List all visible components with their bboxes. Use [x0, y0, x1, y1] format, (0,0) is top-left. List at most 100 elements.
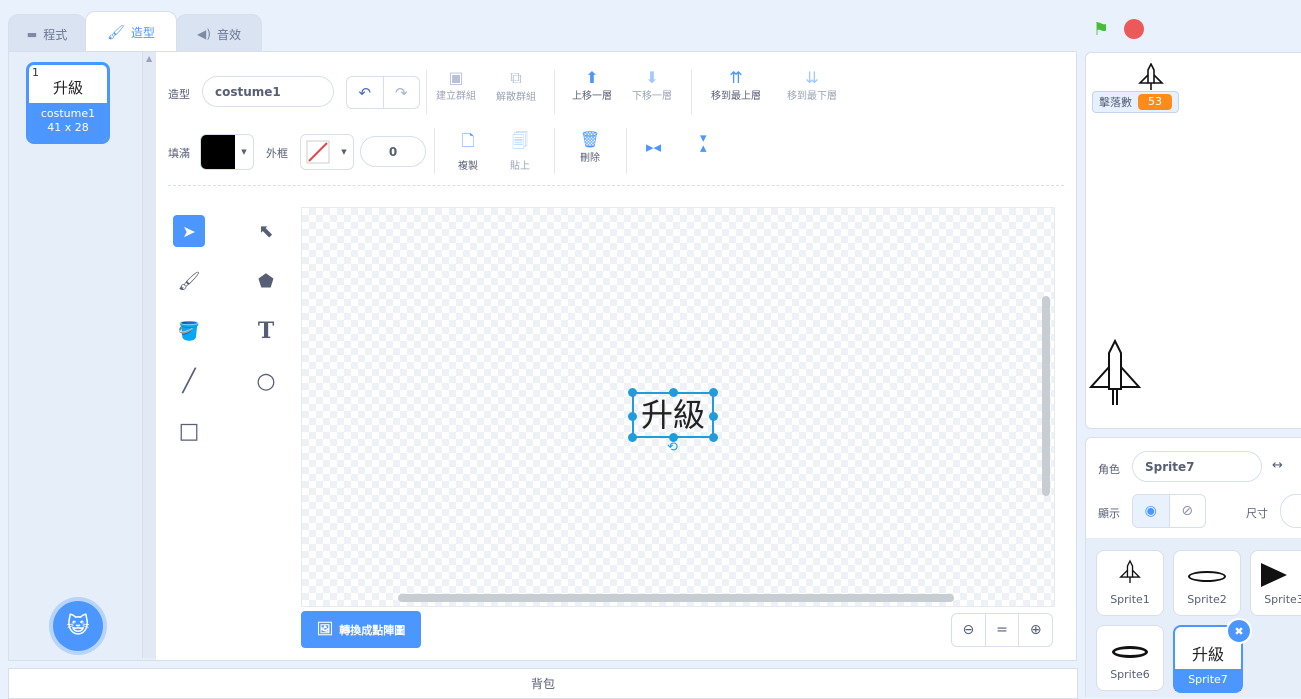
selected-text-object[interactable]: 升級 ⟲ [628, 388, 718, 455]
tab-code[interactable]: ▬ 程式 [8, 14, 86, 53]
fill-swatch [201, 135, 235, 169]
resize-handle[interactable] [628, 388, 637, 397]
canvas-vertical-scrollbar[interactable] [1042, 296, 1050, 496]
brush-icon: 🖌 [107, 24, 125, 41]
canvas-text: 升級 [640, 396, 705, 434]
divider [554, 70, 555, 114]
line-tool[interactable]: ╱ [173, 365, 205, 397]
choose-costume-button[interactable]: 😺 [53, 601, 103, 651]
backward-button[interactable]: ⬇ 下移一層 [626, 68, 678, 102]
tab-costumes[interactable]: 🖌 造型 [85, 11, 177, 53]
front-icon: ⇈ [729, 68, 743, 87]
front-label: 移到最上層 [711, 91, 761, 102]
sprite-card[interactable]: Sprite1 [1096, 550, 1164, 616]
green-flag-button[interactable]: ⚑ [1090, 18, 1112, 40]
size-input[interactable] [1280, 494, 1301, 528]
redo-icon: ↷ [394, 83, 408, 102]
eraser-icon: ⬟ [258, 270, 274, 292]
resize-handle[interactable] [709, 433, 718, 442]
arrows-icon: ↔ [1272, 458, 1283, 473]
zoom-reset-button[interactable]: = [986, 614, 1020, 646]
convert-to-bitmap-button[interactable]: 🖼 轉換成點陣圖 [301, 611, 421, 648]
copy-button[interactable]: 🗋 複製 [444, 130, 492, 172]
forward-label: 上移一層 [572, 91, 612, 102]
front-button[interactable]: ⇈ 移到最上層 [704, 68, 768, 102]
sprite-card[interactable]: Sprite6 [1096, 625, 1164, 691]
costume-name-input[interactable]: costume1 [202, 76, 334, 107]
sprite-card[interactable]: Sprite2 [1173, 550, 1241, 616]
outline-label: 外框 [266, 147, 288, 160]
show-button[interactable]: ◉ [1133, 495, 1170, 527]
brush-tool[interactable]: 🖌 [173, 265, 205, 297]
resize-handle[interactable] [709, 412, 718, 421]
ungroup-icon: ⧉ [510, 68, 522, 87]
hide-button[interactable]: ⊘ [1170, 495, 1206, 527]
backpack-label: 背包 [530, 677, 555, 691]
circle-tool[interactable]: ○ [250, 365, 282, 397]
text-t-icon: T [257, 318, 275, 344]
tab-code-label: 程式 [43, 27, 68, 42]
rotate-handle-icon[interactable]: ⟲ [667, 440, 678, 455]
resize-handle[interactable] [669, 388, 678, 397]
sprite-name: Sprite1 [1110, 593, 1150, 606]
divider [626, 128, 627, 174]
flip-vertical-icon: ▾ ▴ [700, 131, 707, 156]
speaker-icon: ◀) [197, 27, 211, 41]
green-flag-icon: ⚑ [1092, 18, 1110, 40]
outline-width-input[interactable]: 0 [360, 136, 426, 167]
text-tool[interactable]: T [250, 315, 282, 347]
resize-handle[interactable] [709, 388, 718, 397]
paint-editor: 造型 costume1 ↶ ↷ ▣ 建立群組 ⧉ 解散群組 ⬆ 上移一層 ⬇ 下… [156, 51, 1077, 661]
fill-label: 填滿 [168, 147, 190, 160]
reshape-tool[interactable]: ⬉ [250, 215, 282, 247]
fill-color-picker[interactable]: ▼ [200, 134, 254, 170]
sprite-label: 角色 [1098, 463, 1120, 476]
back-icon: ⇊ [805, 68, 819, 87]
zoom-out-button[interactable]: ⊖ [952, 614, 986, 646]
flip-horizontal-button[interactable]: ▸◂ [646, 138, 661, 156]
oval-icon [1188, 571, 1226, 582]
fill-tool[interactable]: 🪣 [173, 315, 205, 347]
arrow-cursor-icon: ➤ [182, 221, 196, 241]
eye-icon: ◉ [1144, 503, 1157, 519]
back-button[interactable]: ⇊ 移到最下層 [780, 68, 844, 102]
outline-color-picker[interactable]: ▼ [300, 134, 354, 170]
paste-button[interactable]: 🗐 貼上 [496, 130, 544, 172]
group-button[interactable]: ▣ 建立群組 [430, 68, 482, 102]
code-icon: ▬ [26, 27, 38, 41]
resize-handle[interactable] [628, 412, 637, 421]
group-label: 建立群組 [436, 91, 476, 102]
divider [554, 128, 555, 174]
stop-button[interactable] [1124, 19, 1144, 39]
resize-handle[interactable] [628, 433, 637, 442]
delete-button[interactable]: 🗑 刪除 [566, 130, 614, 164]
zoom-in-button[interactable]: ⊕ [1019, 614, 1052, 646]
list-scrollbar[interactable]: ▲ [142, 52, 157, 658]
stage[interactable]: 擊落數 53 [1085, 52, 1301, 429]
size-label: 尺寸 [1246, 507, 1268, 520]
eraser-tool[interactable]: ⬟ [250, 265, 282, 297]
tab-sounds[interactable]: ◀) 音效 [176, 14, 262, 53]
backpack-bar[interactable]: 背包 [8, 668, 1078, 699]
costume-preview: 升級 [52, 79, 83, 97]
delete-sprite-button[interactable]: ✖ [1226, 618, 1252, 644]
ungroup-label: 解散群組 [496, 92, 536, 103]
show-label: 顯示 [1098, 507, 1120, 520]
visibility-toggle: ◉ ⊘ [1132, 494, 1206, 528]
redo-button[interactable]: ↷ [384, 77, 420, 108]
rectangle-tool[interactable]: □ [173, 415, 205, 447]
forward-button[interactable]: ⬆ 上移一層 [566, 68, 618, 102]
sprite-card[interactable]: Sprite3 [1250, 550, 1301, 616]
flip-vertical-button[interactable]: ▾ ▴ [700, 131, 707, 156]
select-tool[interactable]: ➤ [173, 215, 205, 247]
delete-label: 刪除 [580, 153, 600, 164]
costume-item[interactable]: 1 升級 costume1 41 x 28 [26, 62, 110, 144]
canvas-horizontal-scrollbar[interactable] [398, 594, 954, 602]
undo-button[interactable]: ↶ [347, 77, 384, 108]
sprite-name-input[interactable]: Sprite7 [1132, 451, 1262, 482]
costume-label: costume1 41 x 28 [29, 103, 107, 141]
paint-canvas[interactable]: 升級 ⟲ [301, 207, 1055, 607]
sprite-name: Sprite6 [1110, 668, 1150, 681]
ungroup-button[interactable]: ⧉ 解散群組 [490, 68, 542, 103]
monitor-value: 53 [1138, 94, 1172, 110]
